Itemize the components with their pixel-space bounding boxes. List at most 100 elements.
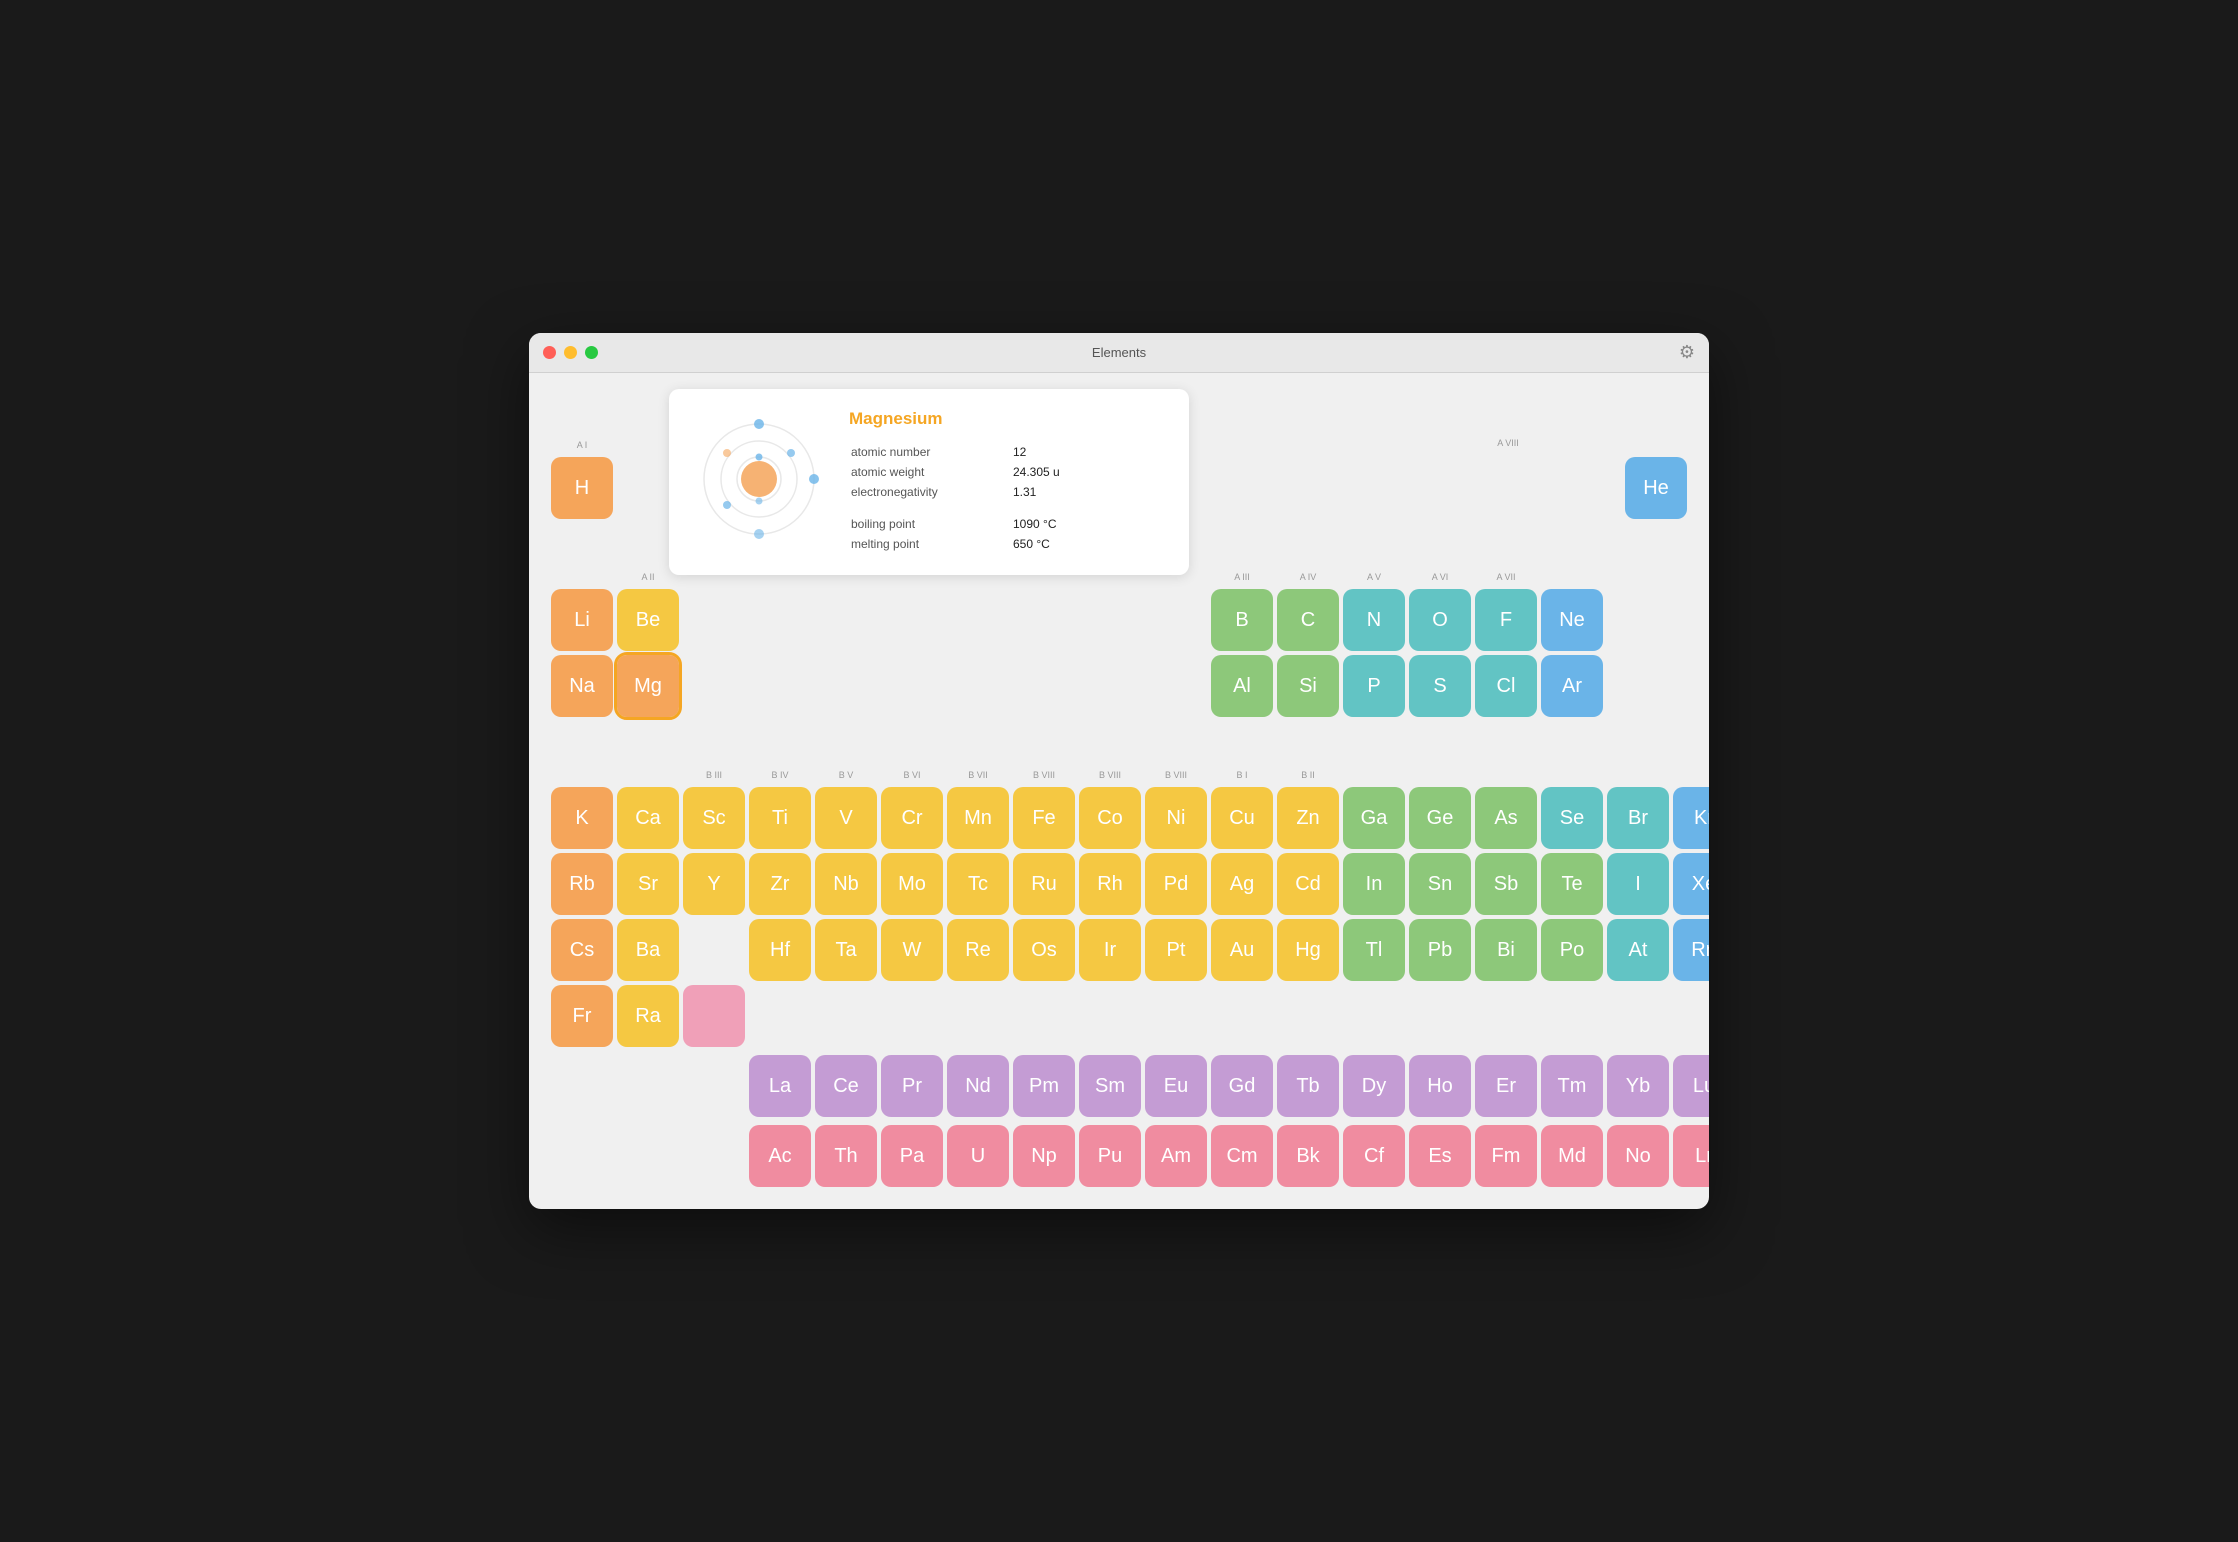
element-F[interactable]: F	[1475, 589, 1537, 651]
element-Hg[interactable]: Hg	[1277, 919, 1339, 981]
element-Np[interactable]: Np	[1013, 1125, 1075, 1187]
element-Pm[interactable]: Pm	[1013, 1055, 1075, 1117]
element-Tb[interactable]: Tb	[1277, 1055, 1339, 1117]
element-Ca[interactable]: Ca	[617, 787, 679, 849]
element-Nb[interactable]: Nb	[815, 853, 877, 915]
element-Os[interactable]: Os	[1013, 919, 1075, 981]
close-button[interactable]	[543, 346, 556, 359]
element-H[interactable]: H	[551, 457, 613, 519]
element-Lu[interactable]: Lu	[1673, 1055, 1709, 1117]
element-Rn[interactable]: Rn	[1673, 919, 1709, 981]
element-Ir[interactable]: Ir	[1079, 919, 1141, 981]
element-P[interactable]: P	[1343, 655, 1405, 717]
element-C[interactable]: C	[1277, 589, 1339, 651]
element-Mo[interactable]: Mo	[881, 853, 943, 915]
element-N[interactable]: N	[1343, 589, 1405, 651]
element-W[interactable]: W	[881, 919, 943, 981]
element-Ac[interactable]: Ac	[749, 1125, 811, 1187]
element-O[interactable]: O	[1409, 589, 1471, 651]
element-Zn[interactable]: Zn	[1277, 787, 1339, 849]
element-No[interactable]: No	[1607, 1125, 1669, 1187]
element-Tm[interactable]: Tm	[1541, 1055, 1603, 1117]
element-Ra[interactable]: Ra	[617, 985, 679, 1047]
element-Bi[interactable]: Bi	[1475, 919, 1537, 981]
element-Tc[interactable]: Tc	[947, 853, 1009, 915]
element-Am[interactable]: Am	[1145, 1125, 1207, 1187]
element-Ar[interactable]: Ar	[1541, 655, 1603, 717]
element-Ge[interactable]: Ge	[1409, 787, 1471, 849]
element-Si[interactable]: Si	[1277, 655, 1339, 717]
element-Md[interactable]: Md	[1541, 1125, 1603, 1187]
element-Tl[interactable]: Tl	[1343, 919, 1405, 981]
settings-button[interactable]: ⚙	[1679, 342, 1695, 363]
element-Cf[interactable]: Cf	[1343, 1125, 1405, 1187]
element-Y[interactable]: Y	[683, 853, 745, 915]
element-Eu[interactable]: Eu	[1145, 1055, 1207, 1117]
maximize-button[interactable]	[585, 346, 598, 359]
element-Dy[interactable]: Dy	[1343, 1055, 1405, 1117]
element-Lr[interactable]: Lr	[1673, 1125, 1709, 1187]
element-Ti[interactable]: Ti	[749, 787, 811, 849]
element-Ne[interactable]: Ne	[1541, 589, 1603, 651]
element-Zr[interactable]: Zr	[749, 853, 811, 915]
element-Th[interactable]: Th	[815, 1125, 877, 1187]
element-Pu[interactable]: Pu	[1079, 1125, 1141, 1187]
element-Gd[interactable]: Gd	[1211, 1055, 1273, 1117]
element-Ni[interactable]: Ni	[1145, 787, 1207, 849]
element-Au[interactable]: Au	[1211, 919, 1273, 981]
element-Nd[interactable]: Nd	[947, 1055, 1009, 1117]
element-Be[interactable]: Be	[617, 589, 679, 651]
element-Fe[interactable]: Fe	[1013, 787, 1075, 849]
element-Po[interactable]: Po	[1541, 919, 1603, 981]
element-V[interactable]: V	[815, 787, 877, 849]
element-Co[interactable]: Co	[1079, 787, 1141, 849]
element-Li[interactable]: Li	[551, 589, 613, 651]
element-Pd[interactable]: Pd	[1145, 853, 1207, 915]
minimize-button[interactable]	[564, 346, 577, 359]
element-Cr[interactable]: Cr	[881, 787, 943, 849]
element-Cd[interactable]: Cd	[1277, 853, 1339, 915]
element-Fm[interactable]: Fm	[1475, 1125, 1537, 1187]
element-Sn[interactable]: Sn	[1409, 853, 1471, 915]
element-Xe[interactable]: Xe	[1673, 853, 1709, 915]
element-Mn[interactable]: Mn	[947, 787, 1009, 849]
element-Pr[interactable]: Pr	[881, 1055, 943, 1117]
element-Kr[interactable]: Kr	[1673, 787, 1709, 849]
element-I[interactable]: I	[1607, 853, 1669, 915]
element-Na[interactable]: Na	[551, 655, 613, 717]
element-La[interactable]: La	[749, 1055, 811, 1117]
element-Fr[interactable]: Fr	[551, 985, 613, 1047]
element-Yb[interactable]: Yb	[1607, 1055, 1669, 1117]
element-Bk[interactable]: Bk	[1277, 1125, 1339, 1187]
element-Cs[interactable]: Cs	[551, 919, 613, 981]
element-Ta[interactable]: Ta	[815, 919, 877, 981]
element-Ac-placeholder[interactable]	[683, 985, 745, 1047]
element-Ce[interactable]: Ce	[815, 1055, 877, 1117]
element-Hf[interactable]: Hf	[749, 919, 811, 981]
element-Er[interactable]: Er	[1475, 1055, 1537, 1117]
element-Al[interactable]: Al	[1211, 655, 1273, 717]
element-Rb[interactable]: Rb	[551, 853, 613, 915]
element-Cl[interactable]: Cl	[1475, 655, 1537, 717]
element-Se[interactable]: Se	[1541, 787, 1603, 849]
element-At[interactable]: At	[1607, 919, 1669, 981]
element-Sr[interactable]: Sr	[617, 853, 679, 915]
element-Sb[interactable]: Sb	[1475, 853, 1537, 915]
element-Ga[interactable]: Ga	[1343, 787, 1405, 849]
element-Cu[interactable]: Cu	[1211, 787, 1273, 849]
element-Cm[interactable]: Cm	[1211, 1125, 1273, 1187]
element-B[interactable]: B	[1211, 589, 1273, 651]
element-Pb[interactable]: Pb	[1409, 919, 1471, 981]
element-Mg[interactable]: Mg	[617, 655, 679, 717]
element-Te[interactable]: Te	[1541, 853, 1603, 915]
element-S[interactable]: S	[1409, 655, 1471, 717]
element-Ag[interactable]: Ag	[1211, 853, 1273, 915]
element-Rh[interactable]: Rh	[1079, 853, 1141, 915]
element-Ho[interactable]: Ho	[1409, 1055, 1471, 1117]
element-As[interactable]: As	[1475, 787, 1537, 849]
element-Sc[interactable]: Sc	[683, 787, 745, 849]
element-Pt[interactable]: Pt	[1145, 919, 1207, 981]
element-Es[interactable]: Es	[1409, 1125, 1471, 1187]
element-Sm[interactable]: Sm	[1079, 1055, 1141, 1117]
element-Pa[interactable]: Pa	[881, 1125, 943, 1187]
